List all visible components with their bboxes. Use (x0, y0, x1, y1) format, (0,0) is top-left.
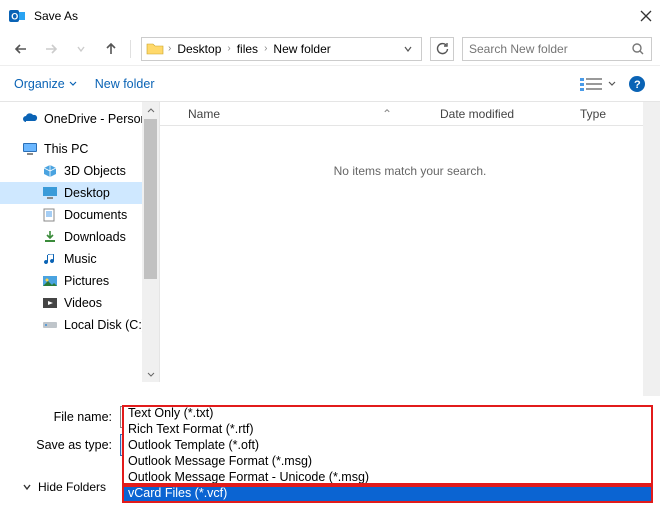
scroll-up-icon[interactable] (142, 102, 159, 119)
help-icon[interactable]: ? (628, 75, 646, 93)
folder-type-icon (42, 274, 58, 288)
column-name[interactable]: Name (180, 107, 382, 121)
folder-type-icon (42, 296, 58, 310)
organize-menu[interactable]: Organize (14, 77, 77, 91)
sidebar-item[interactable]: Local Disk (C:) (0, 314, 159, 336)
svg-text:O: O (11, 12, 18, 22)
sidebar-item-label: Downloads (64, 230, 126, 244)
svg-text:?: ? (634, 79, 641, 91)
saveastype-option[interactable]: Text Only (*.txt) (124, 405, 651, 421)
sidebar-item-onedrive[interactable]: OneDrive - Person (0, 108, 159, 130)
up-button[interactable] (98, 36, 124, 62)
sidebar-item-label: 3D Objects (64, 164, 126, 178)
folder-type-icon (42, 252, 58, 266)
forward-button[interactable] (38, 36, 64, 62)
chevron-down-icon (22, 482, 32, 492)
chevron-right-icon[interactable]: › (260, 43, 271, 54)
window-title: Save As (34, 9, 78, 23)
recent-locations-dropdown[interactable] (68, 36, 94, 62)
sidebar-item[interactable]: 3D Objects (0, 160, 159, 182)
refresh-button[interactable] (430, 37, 454, 61)
onedrive-icon (22, 112, 38, 126)
file-list: Name ⌃ Date modified Type No items match… (160, 102, 660, 382)
back-button[interactable] (8, 36, 34, 62)
folder-type-icon (42, 318, 58, 332)
folder-type-icon (42, 164, 58, 178)
sidebar-item-label: Pictures (64, 274, 109, 288)
sidebar-item[interactable]: Pictures (0, 270, 159, 292)
filename-label: File name: (8, 410, 120, 424)
toolbar: Organize New folder ? (0, 66, 660, 102)
sidebar-item[interactable]: Videos (0, 292, 159, 314)
separator (130, 40, 131, 58)
saveastype-option[interactable]: Rich Text Format (*.rtf) (124, 421, 651, 437)
sidebar-item-thispc[interactable]: This PC (0, 138, 159, 160)
folder-type-icon (42, 208, 58, 222)
saveastype-option[interactable]: vCard Files (*.vcf) (124, 485, 651, 501)
sidebar-item-label: This PC (44, 142, 88, 156)
breadcrumb-desktop[interactable]: Desktop (175, 42, 223, 56)
title-bar: O Save As (0, 0, 660, 32)
breadcrumb-newfolder[interactable]: New folder (271, 42, 332, 56)
saveastype-option[interactable]: Outlook Message Format (*.msg) (124, 453, 651, 469)
search-icon (631, 42, 645, 56)
folder-icon (146, 41, 164, 57)
outlook-icon: O (8, 7, 26, 25)
close-button[interactable] (640, 10, 652, 22)
computer-icon (22, 142, 38, 156)
empty-message: No items match your search. (160, 126, 660, 178)
sidebar-item-label: OneDrive - Person (44, 112, 148, 126)
column-headers[interactable]: Name ⌃ Date modified Type (160, 102, 660, 126)
address-bar[interactable]: › Desktop › files › New folder (141, 37, 422, 61)
address-bar-row: › Desktop › files › New folder (0, 32, 660, 66)
chevron-right-icon[interactable]: › (164, 43, 175, 54)
list-view-icon (580, 77, 604, 91)
sidebar-item-label: Videos (64, 296, 102, 310)
sidebar-item-label: Documents (64, 208, 127, 222)
chevron-down-icon (608, 80, 616, 88)
scrollbar-thumb[interactable] (144, 119, 157, 279)
content-area: OneDrive - Person This PC 3D Objects Desk… (0, 102, 660, 382)
saveastype-option[interactable]: Outlook Template (*.oft) (124, 437, 651, 453)
sidebar-item-label: Desktop (64, 186, 110, 200)
sidebar-item-label: Local Disk (C:) (64, 318, 146, 332)
folder-type-icon (42, 230, 58, 244)
main-vertical-scrollbar[interactable] (643, 102, 660, 399)
saveastype-options-list[interactable]: Text Only (*.txt)Rich Text Format (*.rtf… (123, 405, 652, 502)
folder-type-icon (42, 186, 58, 200)
sidebar-item[interactable]: Music (0, 248, 159, 270)
sidebar: OneDrive - Person This PC 3D Objects Desk… (0, 102, 160, 382)
new-folder-button[interactable]: New folder (95, 77, 155, 91)
view-mode-button[interactable] (580, 77, 616, 91)
saveastype-option[interactable]: Outlook Message Format - Unicode (*.msg) (124, 469, 651, 485)
organize-label: Organize (14, 77, 65, 91)
saveastype-label: Save as type: (8, 438, 120, 452)
search-input[interactable] (469, 42, 631, 56)
sidebar-vertical-scrollbar[interactable] (142, 102, 159, 382)
breadcrumb-files[interactable]: files (235, 42, 260, 56)
sidebar-item[interactable]: Downloads (0, 226, 159, 248)
sort-indicator-icon: ⌃ (382, 107, 440, 121)
chevron-down-icon (69, 80, 77, 88)
scroll-down-icon[interactable] (142, 365, 159, 382)
sidebar-item-label: Music (64, 252, 97, 266)
hide-folders-label: Hide Folders (38, 480, 106, 494)
sidebar-item[interactable]: Desktop (0, 182, 159, 204)
column-date[interactable]: Date modified (440, 107, 580, 121)
sidebar-item[interactable]: Documents (0, 204, 159, 226)
search-box[interactable] (462, 37, 652, 61)
chevron-right-icon[interactable]: › (223, 43, 234, 54)
address-dropdown[interactable] (399, 44, 417, 54)
